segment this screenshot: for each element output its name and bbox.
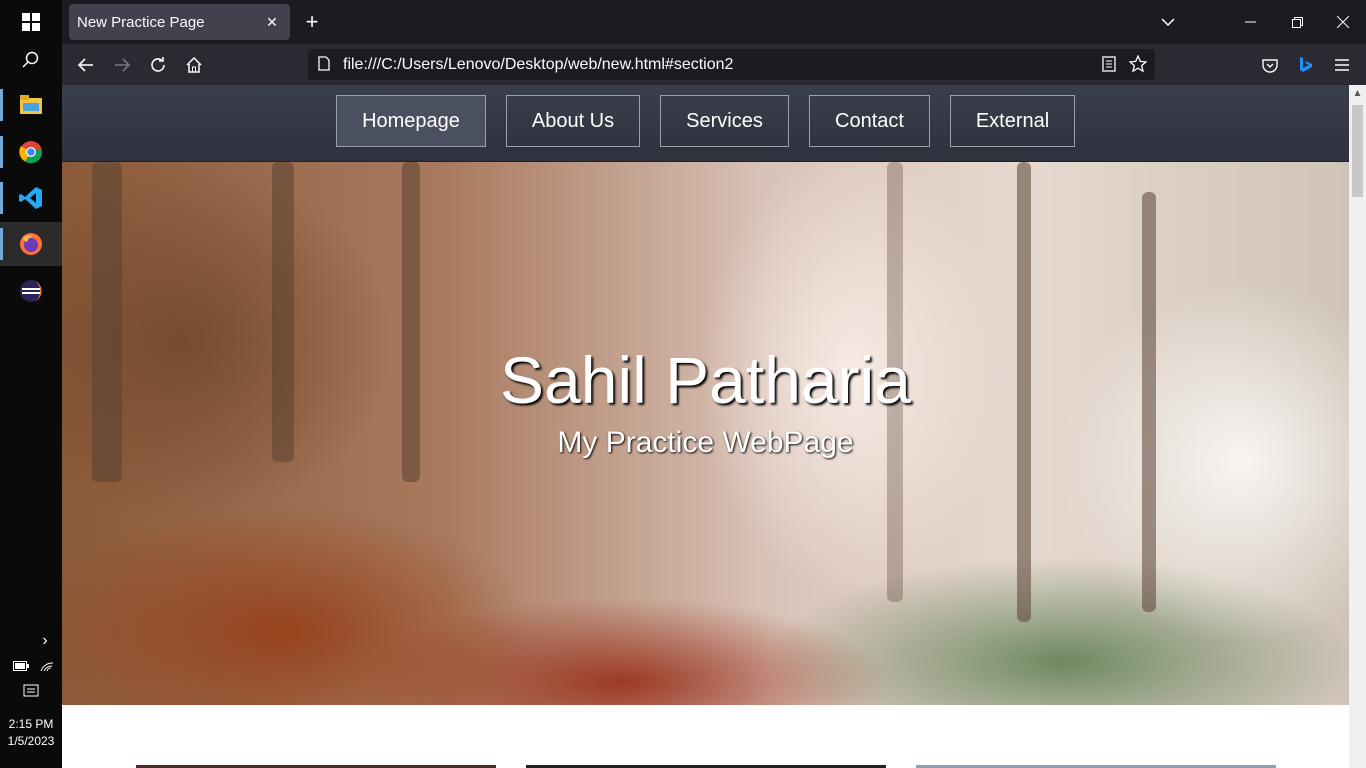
navigation-toolbar: file:///C:/Users/Lenovo/Desktop/web/new.…: [62, 44, 1366, 85]
chrome-icon[interactable]: [0, 130, 62, 174]
scroll-up-arrow-icon[interactable]: ▲: [1349, 85, 1366, 102]
forward-arrow-icon[interactable]: [106, 50, 138, 80]
tab-bar: New Practice Page ✕ +: [62, 0, 1366, 44]
clock-time: 2:15 PM: [8, 717, 54, 731]
restore-icon[interactable]: [1279, 6, 1315, 38]
nav-services[interactable]: Services: [660, 95, 789, 147]
back-arrow-icon[interactable]: [70, 50, 102, 80]
file-explorer-icon[interactable]: [0, 83, 62, 127]
url-text: file:///C:/Users/Lenovo/Desktop/web/new.…: [343, 56, 734, 73]
chevron-right-icon[interactable]: ›: [36, 632, 54, 650]
hero-subtitle: My Practice WebPage: [557, 426, 854, 459]
list-all-tabs-icon[interactable]: [1150, 6, 1186, 38]
vertical-scrollbar[interactable]: ▲: [1349, 85, 1366, 768]
vscode-icon[interactable]: [0, 176, 62, 220]
wifi-icon[interactable]: [38, 658, 56, 674]
tab-new-practice-page[interactable]: New Practice Page ✕: [69, 4, 290, 40]
system-clock[interactable]: 2:15 PM 1/5/2023: [0, 716, 62, 750]
hero-title: Sahil Patharia: [500, 343, 911, 417]
close-tab-icon[interactable]: ✕: [262, 12, 282, 32]
nav-about-us[interactable]: About Us: [506, 95, 640, 147]
reader-view-icon[interactable]: [1102, 56, 1116, 77]
notification-icon[interactable]: [22, 683, 40, 701]
battery-icon[interactable]: [12, 658, 30, 674]
clock-date: 1/5/2023: [7, 734, 55, 748]
close-window-icon[interactable]: [1325, 6, 1361, 38]
search-icon[interactable]: [0, 38, 62, 82]
web-page: Homepage About Us Services Contact Exter…: [62, 85, 1349, 768]
nav-contact[interactable]: Contact: [809, 95, 930, 147]
scrollbar-thumb[interactable]: [1352, 105, 1363, 197]
new-tab-icon[interactable]: +: [298, 8, 326, 36]
minimize-icon[interactable]: [1232, 6, 1268, 38]
bookmark-star-icon[interactable]: [1128, 54, 1148, 78]
url-bar[interactable]: file:///C:/Users/Lenovo/Desktop/web/new.…: [308, 49, 1155, 80]
site-navigation: Homepage About Us Services Contact Exter…: [62, 85, 1349, 162]
nav-homepage[interactable]: Homepage: [336, 95, 486, 147]
hero-banner: Sahil Patharia My Practice WebPage: [62, 162, 1349, 705]
bing-icon[interactable]: [1290, 50, 1322, 80]
reload-icon[interactable]: [142, 50, 174, 80]
tab-title: New Practice Page: [77, 13, 205, 31]
nav-external[interactable]: External: [950, 95, 1075, 147]
pocket-icon[interactable]: [1254, 50, 1286, 80]
firefox-window: New Practice Page ✕ + file:///C:/Users/L…: [62, 0, 1366, 768]
home-icon[interactable]: [178, 50, 210, 80]
hamburger-menu-icon[interactable]: [1326, 50, 1358, 80]
page-icon: [318, 56, 330, 76]
windows-taskbar: › 2:15 PM 1/5/2023: [0, 0, 62, 768]
eclipse-icon[interactable]: [0, 269, 62, 313]
firefox-icon[interactable]: [0, 222, 62, 266]
